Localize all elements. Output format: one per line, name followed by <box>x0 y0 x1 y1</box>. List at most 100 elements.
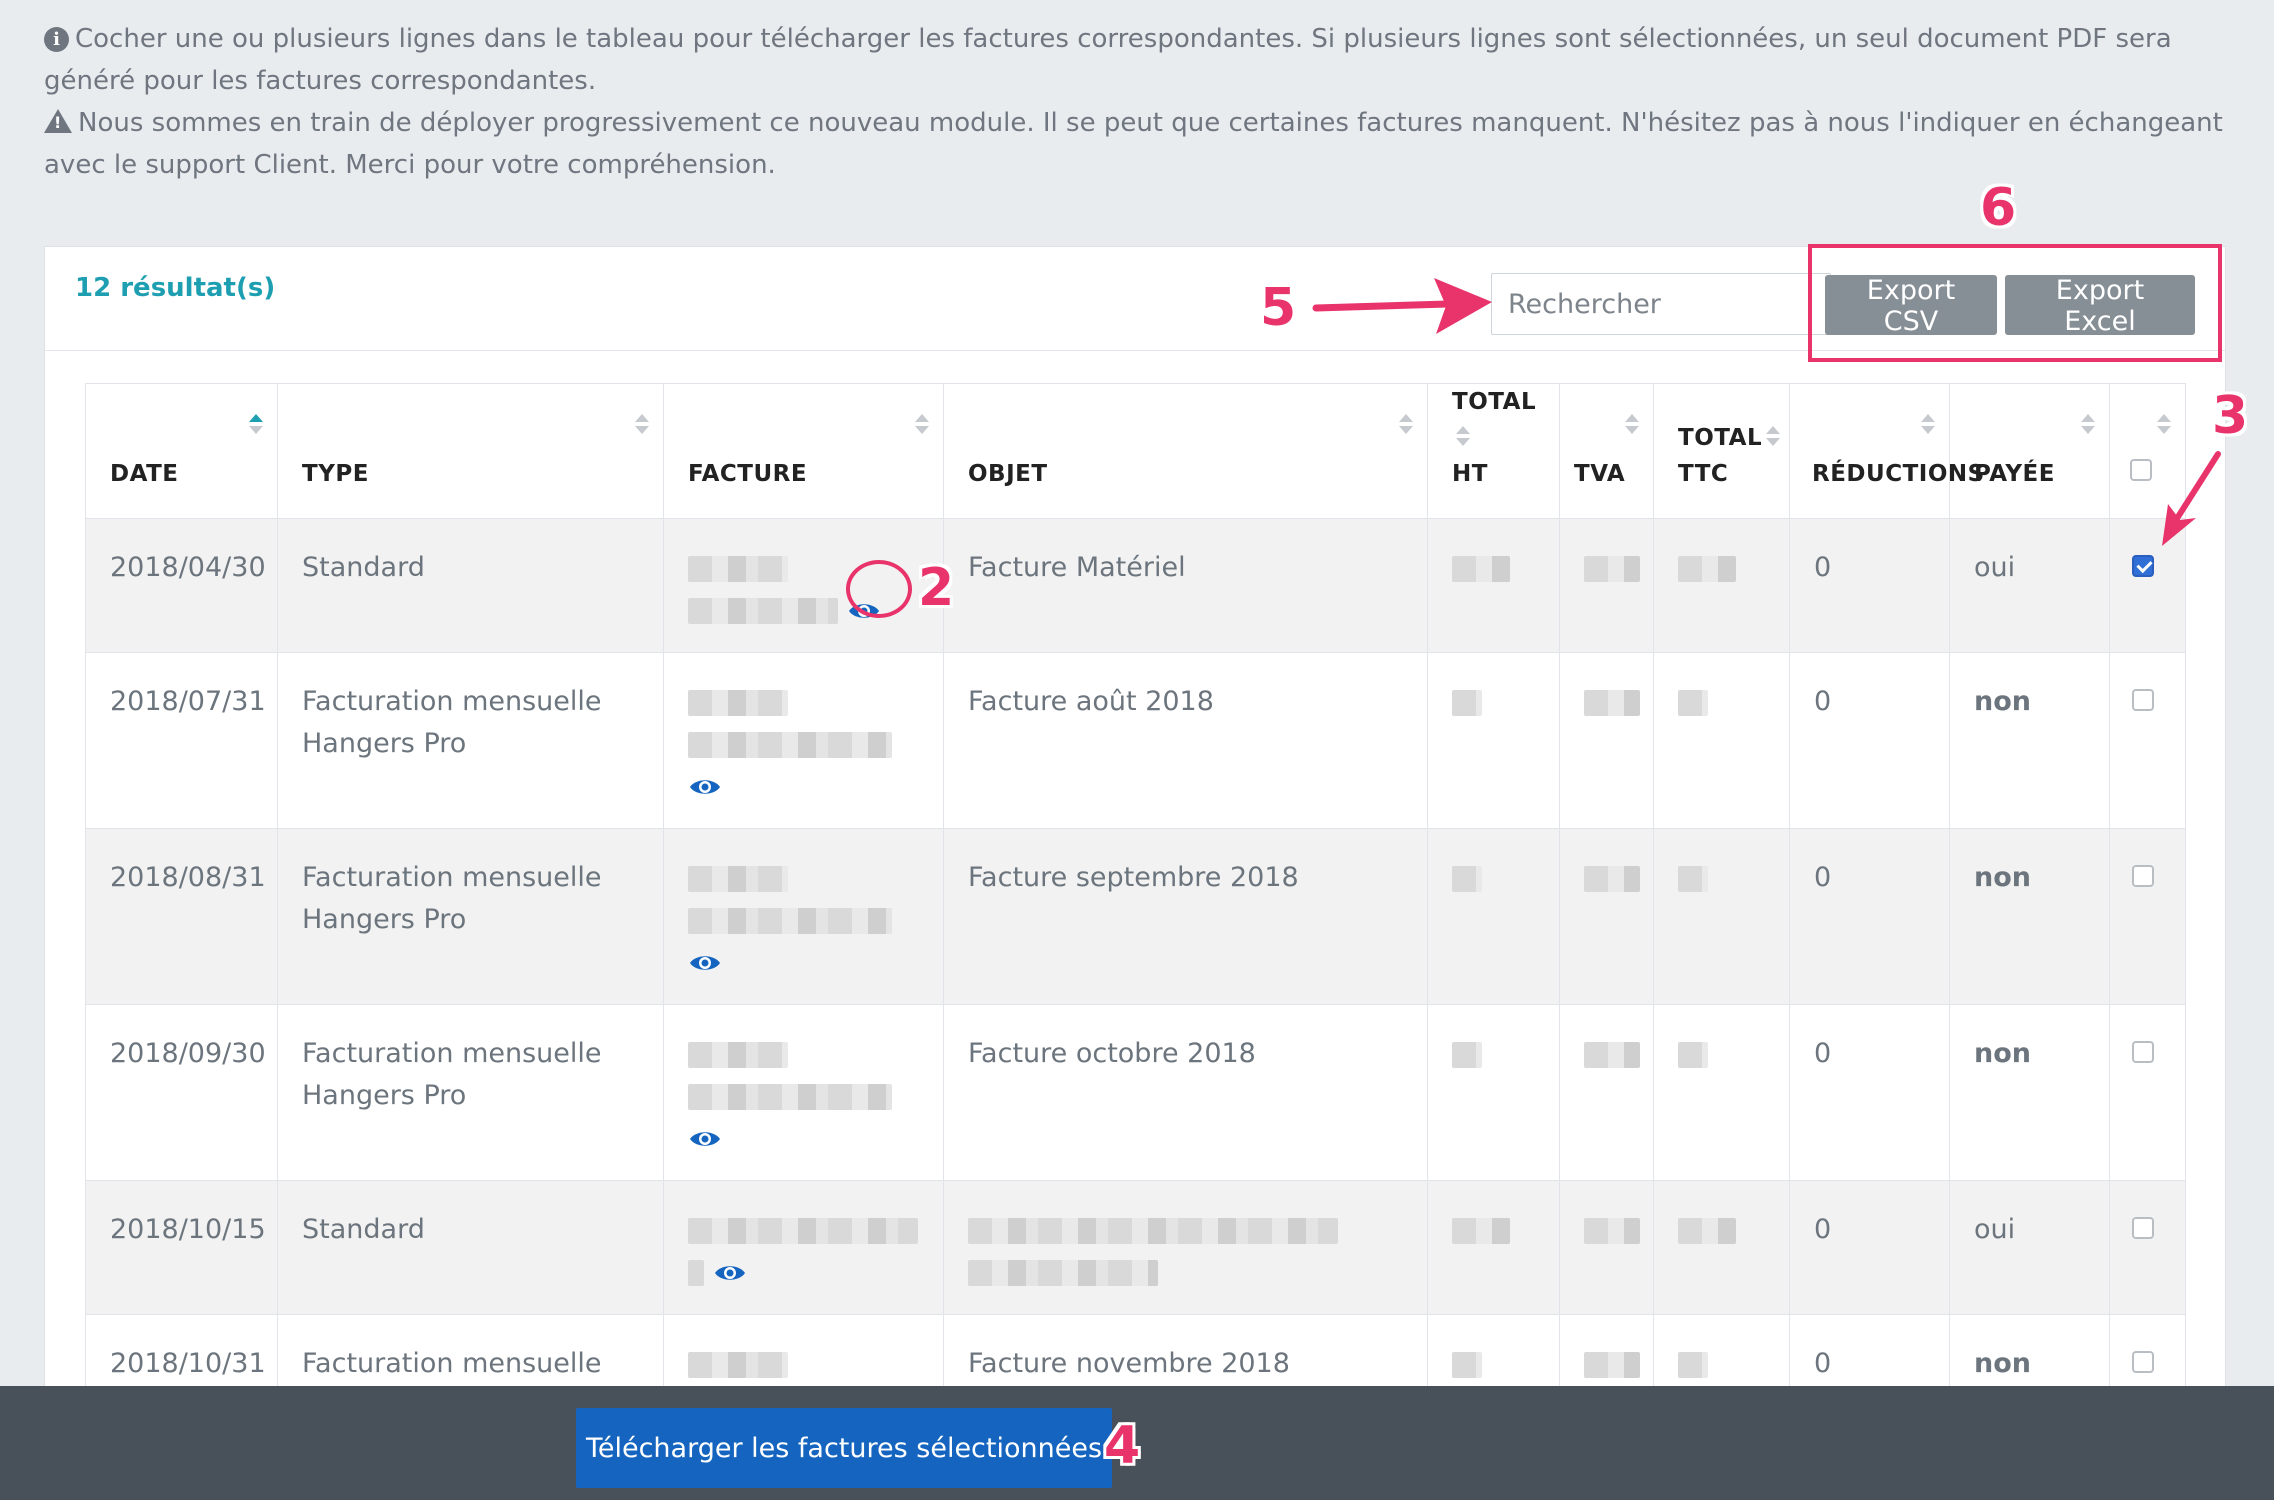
sort-icon <box>2157 414 2171 436</box>
info-icon: i <box>44 27 69 52</box>
cell-total-ht <box>1427 652 1560 829</box>
eye-icon[interactable] <box>688 776 722 798</box>
cell-payee: non <box>1949 652 2110 829</box>
annotation-2: 2 <box>918 558 955 618</box>
annotation-6: 6 <box>1980 178 2017 238</box>
cell-objet: Facture août 2018 <box>943 652 1428 829</box>
row-checkbox[interactable] <box>2132 689 2154 711</box>
info-text: i Cocher une ou plusieurs lignes dans le … <box>44 18 2234 186</box>
cell-select <box>2109 1180 2186 1315</box>
column-header-select <box>2109 383 2186 519</box>
cell-total-ttc <box>1653 1004 1790 1181</box>
table-row: 2018/08/31 Facturation mensuelle Hangers… <box>85 828 2186 1005</box>
cell-tva <box>1559 1180 1654 1315</box>
column-header-objet[interactable]: OBJET <box>943 383 1428 519</box>
eye-icon[interactable] <box>713 1262 747 1284</box>
eye-icon[interactable] <box>688 1128 722 1150</box>
warning-icon <box>44 109 72 133</box>
invoices-card: 12 résultat(s) Export CSV Export Excel D… <box>44 246 2226 1500</box>
table-row: 2018/09/30 Facturation mensuelle Hangers… <box>85 1004 2186 1181</box>
cell-date: 2018/08/31 <box>85 828 278 1005</box>
annotation-box-export <box>1808 244 2222 362</box>
row-checkbox[interactable] <box>2132 1041 2154 1063</box>
sort-icon <box>1766 425 1781 448</box>
annotation-4: 4 <box>1104 1416 1141 1476</box>
cell-date: 2018/09/30 <box>85 1004 278 1181</box>
sort-icon <box>635 414 649 436</box>
cell-reductions: 0 <box>1789 1004 1950 1181</box>
table-row: 2018/04/30 Standard Facture Matériel 0 o… <box>85 518 2186 653</box>
cell-reductions: 0 <box>1789 652 1950 829</box>
sort-icon <box>2081 414 2095 436</box>
row-checkbox[interactable] <box>2132 1351 2154 1373</box>
cell-tva <box>1559 518 1654 653</box>
sort-icon <box>1456 425 1470 448</box>
cell-reductions: 0 <box>1789 1180 1950 1315</box>
row-checkbox[interactable] <box>2132 555 2154 577</box>
cell-type: Facturation mensuelle Hangers Pro <box>277 828 664 1005</box>
cell-facture <box>663 1004 944 1181</box>
cell-total-ht <box>1427 828 1560 1005</box>
row-checkbox[interactable] <box>2132 865 2154 887</box>
column-header-reductions[interactable]: RÉDUCTIONS <box>1789 383 1984 519</box>
sort-icon <box>1921 414 1935 436</box>
cell-payee: non <box>1949 828 2110 1005</box>
cell-payee: oui <box>1949 518 2110 653</box>
cell-select <box>2109 518 2186 653</box>
cell-total-ht <box>1427 518 1560 653</box>
column-header-tva[interactable]: TVA <box>1559 383 1654 519</box>
search-input[interactable] <box>1491 273 1831 335</box>
cell-type: Standard <box>277 1180 664 1315</box>
table-row: 2018/10/15 Standard 0 oui <box>85 1180 2186 1315</box>
column-header-total-ttc[interactable]: TOTAL TTC <box>1653 383 1790 519</box>
cell-total-ttc <box>1653 828 1790 1005</box>
cell-payee: oui <box>1949 1180 2110 1315</box>
row-checkbox[interactable] <box>2132 1217 2154 1239</box>
annotation-ring-eye <box>846 560 912 618</box>
cell-type: Facturation mensuelle Hangers Pro <box>277 652 664 829</box>
cell-date: 2018/10/15 <box>85 1180 278 1315</box>
annotation-5: 5 <box>1260 278 1297 338</box>
cell-reductions: 0 <box>1789 828 1950 1005</box>
cell-total-ttc <box>1653 652 1790 829</box>
cell-date: 2018/04/30 <box>85 518 278 653</box>
cell-total-ht <box>1427 1004 1560 1181</box>
cell-type: Facturation mensuelle Hangers Pro <box>277 1004 664 1181</box>
cell-objet: Facture Matériel <box>943 518 1428 653</box>
cell-objet <box>943 1180 1428 1315</box>
sort-icon <box>1625 414 1639 436</box>
eye-icon[interactable] <box>688 952 722 974</box>
sort-icon <box>1399 414 1413 436</box>
info-line-1: Cocher une ou plusieurs lignes dans le t… <box>44 24 2172 96</box>
cell-total-ttc <box>1653 1180 1790 1315</box>
cell-total-ttc <box>1653 518 1790 653</box>
cell-tva <box>1559 828 1654 1005</box>
results-count: 12 résultat(s) <box>75 273 276 303</box>
cell-reductions: 0 <box>1789 518 1950 653</box>
download-selected-button[interactable]: Télécharger les factures sélectionnées <box>576 1408 1112 1488</box>
sort-asc-icon <box>249 414 263 436</box>
column-header-facture[interactable]: FACTURE <box>663 383 944 519</box>
cell-facture <box>663 828 944 1005</box>
cell-select <box>2109 1004 2186 1181</box>
cell-type: Standard <box>277 518 664 653</box>
cell-date: 2018/07/31 <box>85 652 278 829</box>
column-header-payee[interactable]: PAYÉE <box>1949 383 2110 519</box>
info-line-2: Nous sommes en train de déployer progres… <box>44 108 2223 180</box>
sort-icon <box>915 414 929 436</box>
cell-objet: Facture octobre 2018 <box>943 1004 1428 1181</box>
cell-payee: non <box>1949 1004 2110 1181</box>
cell-total-ht <box>1427 1180 1560 1315</box>
invoices-table: DATE TYPE FACTURE OBJET TOTAL HT TVA TOTA… <box>85 383 2186 1491</box>
column-header-type[interactable]: TYPE <box>277 383 664 519</box>
cell-tva <box>1559 652 1654 829</box>
cell-objet: Facture septembre 2018 <box>943 828 1428 1005</box>
cell-facture <box>663 1180 944 1315</box>
table-header-row: DATE TYPE FACTURE OBJET TOTAL HT TVA TOTA… <box>85 383 2186 519</box>
cell-tva <box>1559 1004 1654 1181</box>
column-header-date[interactable]: DATE <box>85 383 278 519</box>
select-all-checkbox[interactable] <box>2130 459 2152 481</box>
column-header-total-ht[interactable]: TOTAL HT <box>1427 383 1560 519</box>
cell-select <box>2109 652 2186 829</box>
cell-select <box>2109 828 2186 1005</box>
